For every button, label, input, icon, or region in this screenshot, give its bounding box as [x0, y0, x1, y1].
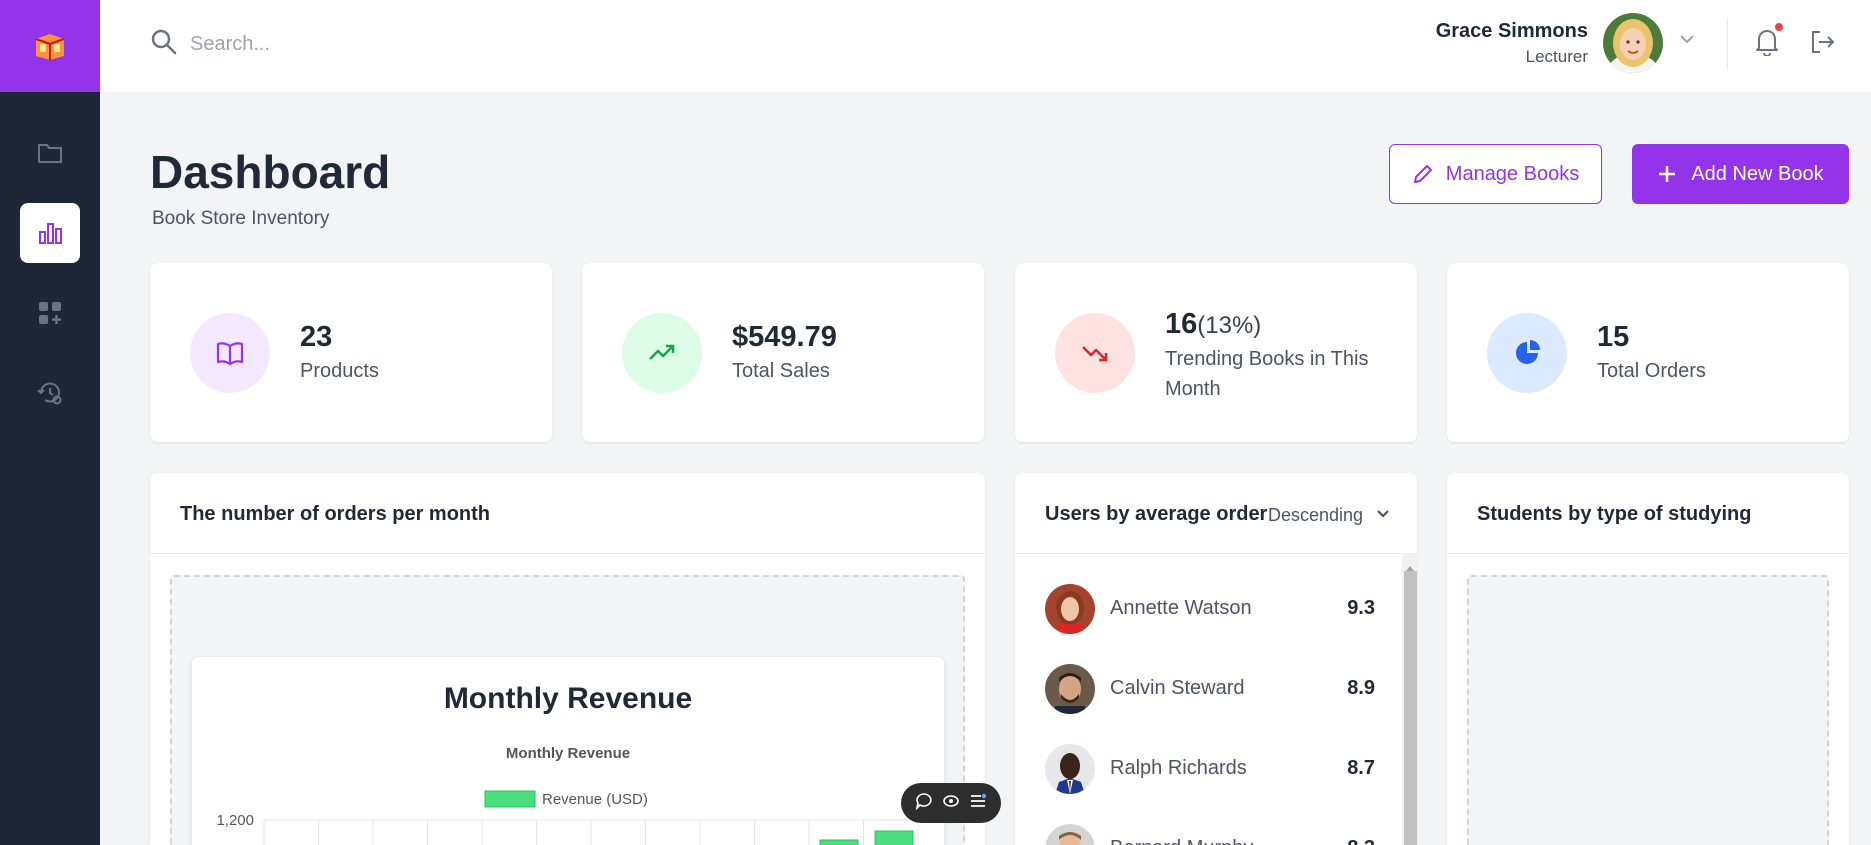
grid-plus-icon [39, 302, 61, 324]
stat-value: 16(13%) [1165, 308, 1261, 341]
list-icon[interactable] [969, 792, 987, 815]
user-name[interactable]: Grace Simmons [1436, 20, 1588, 43]
bar [819, 839, 859, 845]
stat-label: Total Sales [732, 360, 830, 382]
user-name: Ralph Richards [1110, 757, 1247, 779]
panel-divider [150, 553, 985, 554]
history-settings-icon [37, 382, 62, 405]
panel-title: Students by type of studying [1477, 503, 1752, 525]
user-name: Annette Watson [1110, 597, 1252, 619]
chart-subtitle: Monthly Revenue [506, 745, 630, 762]
plus-icon [1659, 166, 1676, 182]
avatar[interactable] [1603, 13, 1663, 73]
bar-chart-icon [39, 223, 62, 244]
chart-container [1467, 575, 1829, 845]
panel-title: Users by average order [1045, 503, 1268, 525]
sidebar-item-history-settings[interactable] [20, 363, 80, 423]
students-panel: Students by type of studying [1447, 473, 1849, 845]
stat-value: $549.79 [732, 321, 837, 353]
add-new-book-label: Add New Book [1691, 162, 1824, 185]
stat-value: 23 [300, 321, 333, 353]
page-title: Dashboard [150, 146, 391, 198]
stat-card-total-sales: $549.79 Total Sales [582, 263, 984, 442]
comment-icon[interactable] [915, 792, 933, 815]
add-new-book-button[interactable]: Add New Book [1632, 144, 1849, 204]
avatar [1045, 824, 1095, 845]
user-score: 8.3 [1347, 837, 1375, 845]
sidebar-item-apps[interactable] [20, 283, 80, 343]
search-icon[interactable] [150, 28, 178, 61]
sort-dropdown[interactable]: Descending [1268, 505, 1363, 526]
eye-icon[interactable] [942, 792, 960, 815]
chart-container: Monthly Revenue Monthly Revenue Revenue … [170, 575, 965, 845]
bar [874, 830, 914, 845]
stat-card-total-orders: 15 Total Orders [1447, 263, 1849, 442]
stat-card-trending-books: 16(13%) Trending Books in This Month [1015, 263, 1417, 442]
panel-divider [1447, 553, 1849, 554]
legend-label: Revenue (USD) [542, 791, 648, 808]
manage-books-button[interactable]: Manage Books [1389, 144, 1602, 204]
stat-label: Trending Books in This Month [1165, 348, 1369, 400]
avatar [1045, 744, 1095, 794]
avatar [1045, 584, 1095, 634]
sidebar-item-files[interactable] [20, 123, 80, 183]
stat-card-products: 23 Products [150, 263, 552, 442]
legend-swatch [484, 790, 536, 808]
stat-percent: (13%) [1197, 312, 1262, 339]
notification-badge [1773, 21, 1785, 33]
user-score: 8.9 [1347, 677, 1375, 699]
stat-label: Products [300, 360, 379, 382]
revenue-chart: Monthly Revenue Revenue (USD) 1,200 [216, 745, 919, 845]
list-item[interactable]: Bernard Murphy 8.3 [1045, 824, 1375, 845]
y-tick-label: 1,200 [216, 812, 254, 829]
floating-toolbar [901, 783, 1001, 823]
user-menu-chevron-icon[interactable] [1678, 32, 1696, 50]
sidebar-item-dashboard[interactable] [20, 203, 80, 263]
users-panel: Users by average order Descending Annett… [1015, 473, 1417, 845]
user-score: 9.3 [1347, 597, 1375, 619]
logo[interactable] [0, 0, 100, 92]
panel-divider [1015, 553, 1417, 554]
pencil-icon [1413, 165, 1432, 183]
scrollbar-thumb[interactable] [1404, 571, 1417, 845]
folder-icon [38, 144, 62, 163]
trending-up-icon [622, 313, 702, 393]
list-item[interactable]: Annette Watson 9.3 [1045, 584, 1375, 634]
stat-value: 15 [1597, 321, 1630, 353]
user-score: 8.7 [1347, 757, 1375, 779]
list-item[interactable]: Calvin Steward 8.9 [1045, 664, 1375, 714]
pie-chart-icon [1487, 313, 1567, 393]
orders-panel: The number of orders per month Monthly R… [150, 473, 985, 845]
manage-books-label: Manage Books [1445, 162, 1580, 185]
sidebar [0, 0, 100, 845]
user-name: Calvin Steward [1110, 677, 1245, 699]
panel-title: The number of orders per month [180, 503, 491, 525]
stat-label: Total Orders [1597, 360, 1706, 382]
user-name: Bernard Murphy [1110, 837, 1253, 845]
search-input[interactable] [190, 26, 690, 62]
trending-down-icon [1055, 313, 1135, 393]
topbar-divider [1727, 18, 1728, 70]
page-subtitle: Book Store Inventory [152, 208, 330, 229]
user-role: Lecturer [1525, 47, 1588, 66]
stat-number: 16 [1165, 308, 1198, 340]
logo-icon [35, 34, 65, 60]
book-icon [190, 313, 270, 393]
chevron-down-icon[interactable] [1375, 507, 1391, 525]
avatar [1045, 664, 1095, 714]
logout-icon[interactable] [1808, 28, 1836, 61]
list-item[interactable]: Ralph Richards 8.7 [1045, 744, 1375, 794]
scrollbar[interactable] [1402, 553, 1417, 845]
revenue-chart-card: Monthly Revenue Monthly Revenue Revenue … [192, 657, 944, 845]
